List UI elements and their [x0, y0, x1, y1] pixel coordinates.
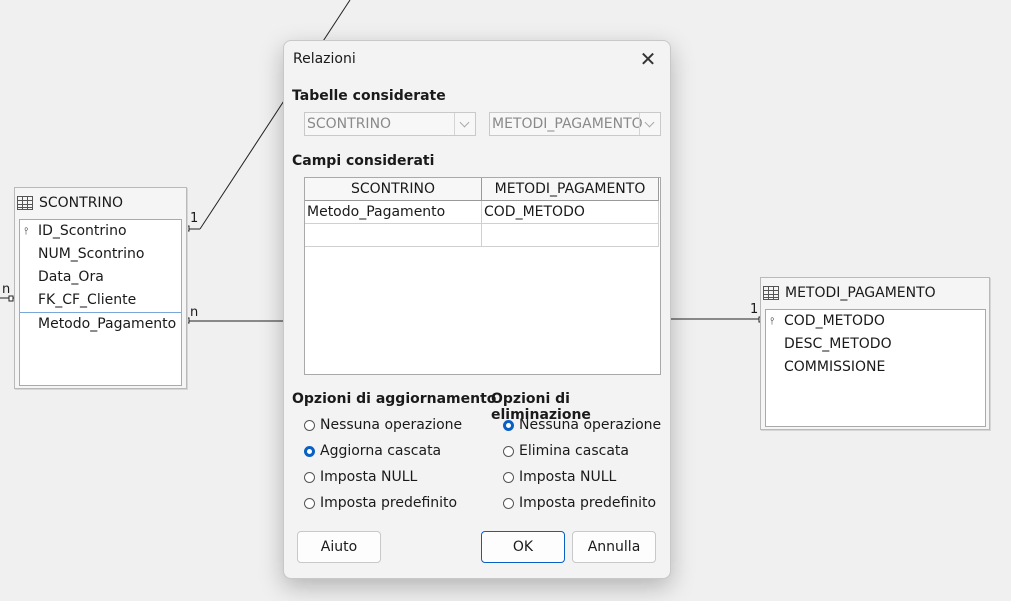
- radio-label: Imposta predefinito: [519, 495, 657, 511]
- field-label: DESC_METODO: [784, 336, 892, 352]
- radio-label: Imposta NULL: [320, 469, 418, 485]
- radio-delete-none[interactable]: Nessuna operazione: [503, 412, 661, 438]
- radio-delete-default[interactable]: Imposta predefinito: [503, 490, 661, 516]
- radio-label: Imposta predefinito: [320, 495, 458, 511]
- field-label: FK_CF_Cliente: [38, 292, 137, 308]
- table-name: SCONTRINO: [39, 195, 124, 211]
- radio-label: Imposta NULL: [519, 469, 617, 485]
- radio-delete-null[interactable]: Imposta NULL: [503, 464, 661, 490]
- cardinality-label: n: [190, 305, 199, 320]
- cancel-button[interactable]: Annulla: [572, 531, 656, 563]
- radio-update-none[interactable]: Nessuna operazione: [304, 412, 462, 438]
- field-label: Data_Ora: [38, 269, 104, 285]
- radio-label: Nessuna operazione: [519, 417, 662, 433]
- table-header[interactable]: METODI_PAGAMENTO: [761, 278, 989, 308]
- table-field[interactable]: Metodo_Pagamento: [20, 312, 181, 336]
- table-field[interactable]: NUM_Scontrino: [20, 243, 181, 266]
- field-label: ID_Scontrino: [38, 223, 127, 239]
- table-field-list[interactable]: ⫯ ID_Scontrino NUM_Scontrino Data_Ora FK_…: [19, 219, 182, 386]
- table-field-list[interactable]: ⫯ COD_METODO DESC_METODO COMMISSIONE: [765, 309, 986, 427]
- grid-column-header[interactable]: SCONTRINO: [305, 178, 482, 201]
- radio-update-cascade[interactable]: Aggiorna cascata: [304, 438, 462, 464]
- ok-button[interactable]: OK: [481, 531, 565, 563]
- table-field[interactable]: Data_Ora: [20, 266, 181, 289]
- grid-cell[interactable]: [305, 224, 482, 247]
- table-box-scontrino[interactable]: SCONTRINO ⫯ ID_Scontrino NUM_Scontrino Da…: [14, 187, 187, 389]
- grid-cell[interactable]: COD_METODO: [482, 201, 659, 224]
- close-icon[interactable]: ✕: [636, 49, 660, 71]
- grid-column-header[interactable]: METODI_PAGAMENTO: [482, 178, 659, 201]
- table-field[interactable]: COMMISSIONE: [766, 356, 985, 379]
- tables-section-heading: Tabelle considerate: [292, 88, 446, 104]
- radio-update-null[interactable]: Imposta NULL: [304, 464, 462, 490]
- cardinality-label: n: [2, 282, 11, 297]
- cardinality-label: 1: [190, 211, 199, 226]
- key-icon: ⫯: [24, 226, 29, 237]
- delete-options-group: Nessuna operazione Elimina cascata Impos…: [503, 412, 661, 516]
- chevron-down-icon: [454, 113, 475, 135]
- table-name: METODI_PAGAMENTO: [785, 285, 936, 301]
- field-label: NUM_Scontrino: [38, 246, 145, 262]
- fields-grid[interactable]: SCONTRINO METODI_PAGAMENTO Metodo_Pagame…: [304, 177, 661, 375]
- table-icon: [763, 286, 779, 300]
- radio-selected-icon: [304, 445, 315, 457]
- fields-section-heading: Campi considerati: [292, 153, 435, 169]
- radio-delete-cascade[interactable]: Elimina cascata: [503, 438, 661, 464]
- radio-label: Elimina cascata: [519, 443, 629, 459]
- grid-cell[interactable]: Metodo_Pagamento: [305, 201, 482, 224]
- update-options-heading: Opzioni di aggiornamento: [292, 391, 497, 407]
- cardinality-label: 1: [750, 302, 759, 317]
- left-table-select[interactable]: SCONTRINO: [304, 112, 476, 136]
- right-table-value: METODI_PAGAMENTO: [492, 116, 643, 132]
- table-header[interactable]: SCONTRINO: [15, 188, 186, 218]
- update-options-group: Nessuna operazione Aggiorna cascata Impo…: [304, 412, 462, 516]
- radio-icon: [503, 445, 514, 457]
- radio-label: Nessuna operazione: [320, 417, 463, 433]
- dialog-title: Relazioni: [293, 51, 356, 67]
- relations-dialog: Relazioni ✕ Tabelle considerate SCONTRIN…: [283, 40, 671, 579]
- radio-icon: [304, 419, 315, 431]
- table-field[interactable]: FK_CF_Cliente: [20, 289, 181, 312]
- table-field[interactable]: ⫯ COD_METODO: [766, 310, 985, 333]
- chevron-down-icon: [639, 113, 660, 135]
- radio-icon: [503, 497, 514, 509]
- table-field[interactable]: ⫯ ID_Scontrino: [20, 220, 181, 243]
- right-table-select[interactable]: METODI_PAGAMENTO: [489, 112, 661, 136]
- table-box-metodi-pagamento[interactable]: METODI_PAGAMENTO ⫯ COD_METODO DESC_METODO…: [760, 277, 990, 430]
- radio-update-default[interactable]: Imposta predefinito: [304, 490, 462, 516]
- left-table-value: SCONTRINO: [307, 116, 392, 132]
- field-label: COD_METODO: [784, 313, 885, 329]
- field-label: Metodo_Pagamento: [38, 316, 177, 332]
- radio-icon: [304, 497, 315, 509]
- radio-icon: [304, 471, 315, 483]
- field-label: COMMISSIONE: [784, 359, 886, 375]
- radio-icon: [503, 471, 514, 483]
- table-field[interactable]: DESC_METODO: [766, 333, 985, 356]
- help-button[interactable]: Aiuto: [297, 531, 381, 563]
- radio-selected-icon: [503, 419, 514, 431]
- table-icon: [17, 196, 33, 210]
- radio-label: Aggiorna cascata: [320, 443, 442, 459]
- key-icon: ⫯: [770, 316, 775, 327]
- grid-cell[interactable]: [482, 224, 659, 247]
